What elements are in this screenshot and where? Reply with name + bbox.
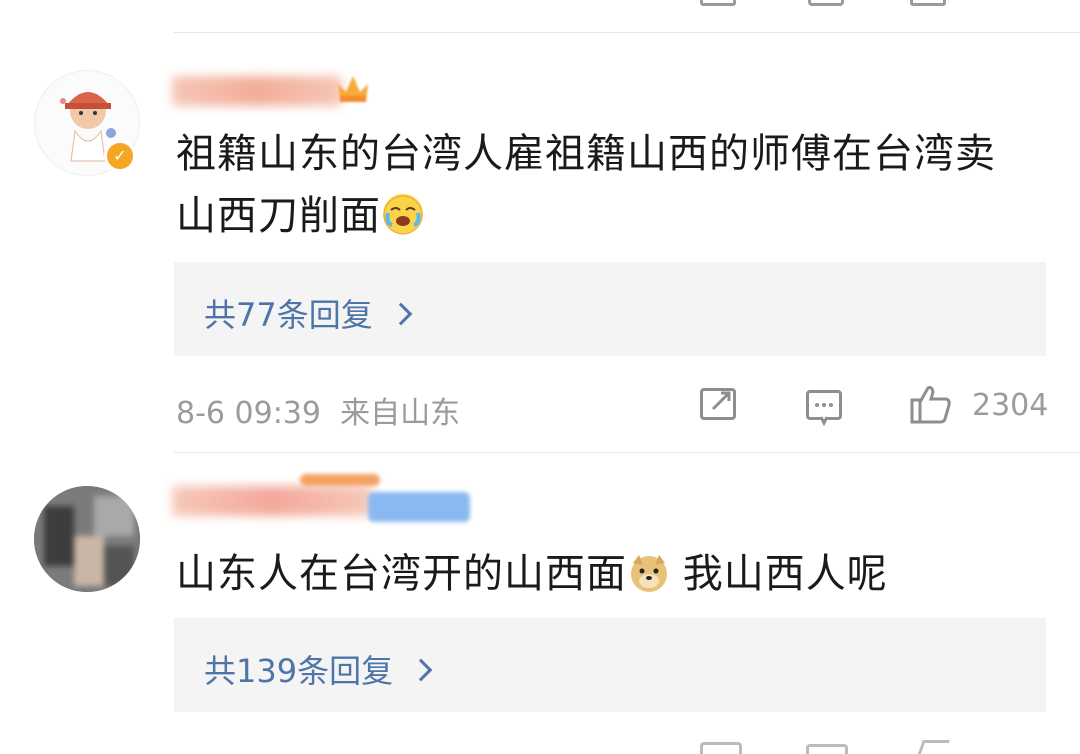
- level-badge-blurred: [368, 492, 470, 522]
- avatar[interactable]: [34, 486, 140, 592]
- crying-laughing-emoji-icon: [383, 194, 423, 235]
- comment-text: 山东人在台湾开的山西面 我山西人呢: [176, 546, 1056, 602]
- chevron-right-icon: [389, 302, 413, 326]
- like-count: 2304: [972, 388, 1049, 423]
- reply-summary[interactable]: 共77条回复: [174, 262, 1046, 356]
- chevron-right-icon: [409, 658, 433, 682]
- decoration-blurred: [300, 474, 380, 486]
- comment-text-part-2: 我山西人呢: [669, 551, 888, 597]
- username-blurred[interactable]: [172, 486, 372, 516]
- comment-text: 祖籍山东的台湾人雇祖籍山西的师傅在台湾卖 山西刀削面: [176, 126, 1056, 244]
- previous-comment-actions: [0, 0, 1080, 14]
- share-icon[interactable]: [700, 0, 736, 6]
- comment-icon[interactable]: [806, 390, 842, 427]
- comment-text-part-1: 山东人在台湾开的山西面: [176, 551, 627, 597]
- reply-count-link[interactable]: 共139条回复: [204, 652, 393, 690]
- comment-line-1: 祖籍山东的台湾人雇祖籍山西的师傅在台湾卖: [176, 131, 996, 177]
- username-blurred[interactable]: [172, 76, 342, 106]
- thumbs-up-icon[interactable]: [913, 740, 950, 754]
- crown-badge-icon: [334, 68, 372, 106]
- source-location: 来自山东: [340, 396, 461, 431]
- thumbs-up-icon[interactable]: [910, 384, 952, 424]
- comment-icon[interactable]: [806, 744, 848, 754]
- share-icon[interactable]: [700, 388, 736, 420]
- timestamp: 8-6 09:39: [176, 396, 321, 431]
- comment-meta: 8-6 09:39 来自山东: [176, 388, 460, 432]
- like-icon[interactable]: [910, 0, 946, 6]
- divider: [174, 32, 1080, 33]
- comment-icon[interactable]: [808, 0, 844, 6]
- doge-emoji-icon: [629, 552, 669, 592]
- reply-count-link[interactable]: 共77条回复: [204, 296, 373, 334]
- next-row-cutoff: [0, 740, 1080, 754]
- reply-summary[interactable]: 共139条回复: [174, 618, 1046, 712]
- divider: [174, 452, 1080, 453]
- share-icon[interactable]: [700, 742, 742, 754]
- comment-line-2: 山西刀削面: [176, 193, 381, 239]
- verified-badge-icon: ✓: [104, 140, 136, 172]
